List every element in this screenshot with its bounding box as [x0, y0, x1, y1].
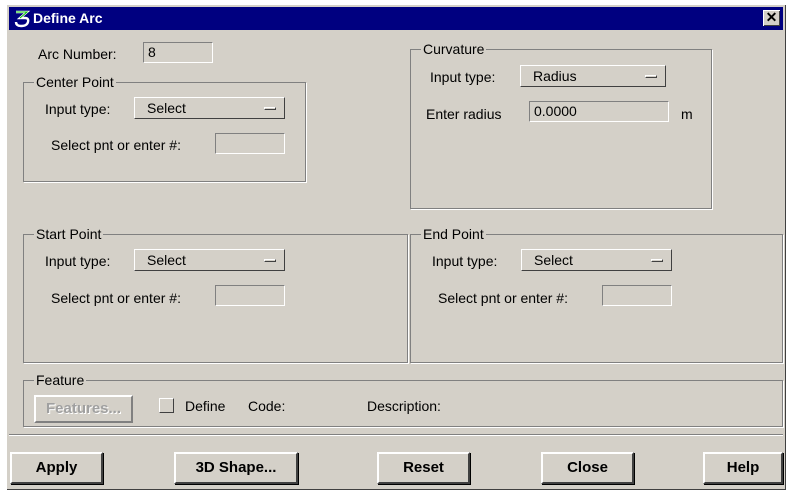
start-point-number-field[interactable] — [215, 285, 285, 306]
features-button[interactable]: Features... — [34, 395, 133, 423]
dropdown-indicator-icon — [264, 259, 276, 262]
curvature-group: Curvature Input type: Radius Enter radiu… — [410, 41, 712, 209]
define-label: Define — [185, 398, 226, 414]
end-point-number-field[interactable] — [602, 285, 672, 306]
center-input-type-value: Select — [147, 100, 186, 116]
end-input-type-label: Input type: — [432, 253, 498, 269]
apply-button[interactable]: Apply — [10, 452, 103, 484]
radius-label: Enter radius — [426, 106, 502, 122]
button-separator — [9, 434, 783, 436]
start-input-type-value: Select — [147, 252, 186, 268]
reset-button[interactable]: Reset — [377, 452, 470, 484]
close-icon: ✕ — [765, 9, 778, 25]
help-button[interactable]: Help — [703, 452, 783, 484]
center-select-label: Select pnt or enter #: — [51, 137, 181, 153]
code-label: Code: — [248, 398, 286, 414]
feature-caption: Feature — [34, 372, 87, 388]
title-bar[interactable]: Define Arc ✕ — [9, 7, 783, 30]
arc-number-label: Arc Number: — [38, 46, 117, 62]
end-select-label: Select pnt or enter #: — [438, 290, 568, 306]
start-point-group: Start Point Input type: Select Select pn… — [23, 226, 408, 363]
description-label: Description: — [367, 398, 441, 414]
start-point-caption: Start Point — [34, 226, 104, 242]
radius-unit-label: m — [681, 106, 693, 122]
center-input-type-label: Input type: — [45, 101, 111, 117]
end-point-group: End Point Input type: Select Select pnt … — [410, 226, 783, 363]
dropdown-indicator-icon — [651, 259, 663, 262]
arc-number-field[interactable]: 8 — [143, 42, 213, 63]
define-arc-dialog: Define Arc ✕ Arc Number: 8 Center Point … — [6, 4, 786, 490]
center-point-caption: Center Point — [34, 74, 116, 90]
feature-group: Feature Features... Define Code: Descrip… — [23, 372, 783, 427]
start-select-label: Select pnt or enter #: — [51, 290, 181, 306]
3d-shape-button[interactable]: 3D Shape... — [174, 452, 298, 484]
dropdown-indicator-icon — [264, 107, 276, 110]
end-point-caption: End Point — [421, 226, 486, 242]
app-logo-icon — [12, 9, 32, 28]
center-point-number-field[interactable] — [215, 133, 285, 154]
radius-field[interactable]: 0.0000 — [529, 101, 669, 122]
end-input-type-value: Select — [534, 252, 573, 268]
end-input-type-dropdown[interactable]: Select — [521, 249, 672, 271]
curvature-input-type-dropdown[interactable]: Radius — [520, 65, 666, 87]
window-title: Define Arc — [33, 10, 103, 26]
window-close-button[interactable]: ✕ — [763, 10, 780, 26]
center-point-group: Center Point Input type: Select Select p… — [23, 74, 306, 182]
start-input-type-dropdown[interactable]: Select — [134, 249, 285, 271]
dropdown-indicator-icon — [645, 75, 657, 78]
close-button[interactable]: Close — [541, 452, 634, 484]
curvature-input-type-label: Input type: — [430, 69, 496, 85]
curvature-input-type-value: Radius — [533, 68, 577, 84]
define-checkbox[interactable] — [159, 398, 174, 413]
center-input-type-dropdown[interactable]: Select — [134, 97, 285, 119]
curvature-caption: Curvature — [421, 41, 487, 57]
start-input-type-label: Input type: — [45, 253, 111, 269]
